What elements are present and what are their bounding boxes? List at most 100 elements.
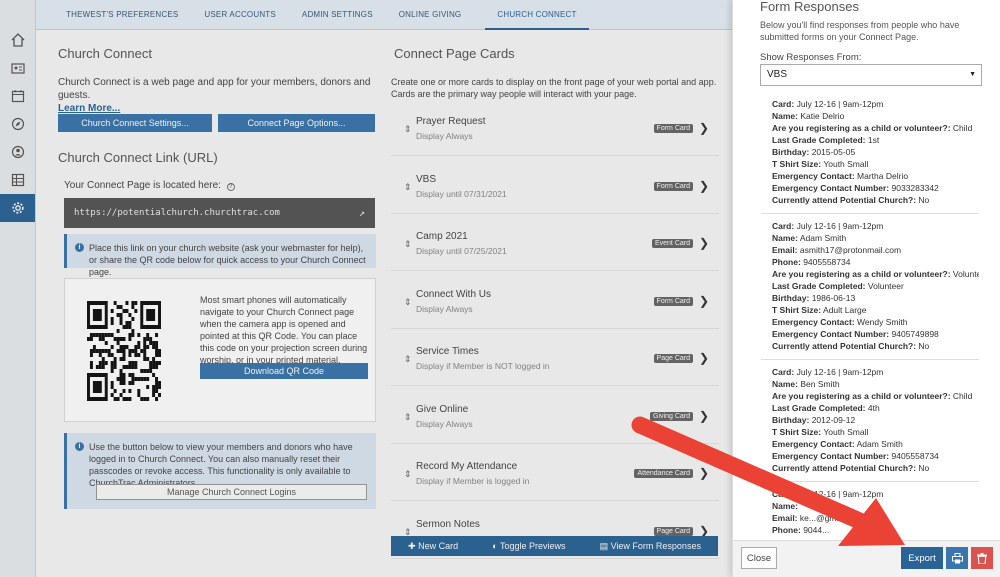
response-entry: Card: July 12-16 | 9am-12pm Name: Email: … [761, 482, 979, 540]
drag-handle-icon[interactable]: ⇕ [404, 354, 412, 365]
field-label: Birthday: [772, 147, 810, 157]
response-field: Last Grade Completed: 4th [772, 402, 968, 414]
card-row[interactable]: ⇕ Record My Attendance Display if Member i… [391, 451, 719, 501]
drag-handle-icon[interactable]: ⇕ [404, 239, 412, 250]
card-row[interactable]: ⇕ VBS Display until 07/31/2021 Form Card ❯ [391, 164, 719, 214]
drag-handle-icon[interactable]: ⇕ [404, 412, 412, 423]
manage-logins-button[interactable]: Manage Church Connect Logins [96, 484, 367, 500]
qr-code-image [87, 301, 161, 401]
export-button[interactable]: Export [901, 547, 943, 569]
field-value: 9044... [803, 525, 830, 535]
response-field: Phone: 9044... [772, 524, 968, 536]
tab-online-giving[interactable]: ONLINE GIVING [397, 0, 464, 30]
link-info-text: Place this link on your church website (… [89, 243, 366, 277]
field-label: Emergency Contact: [772, 317, 855, 327]
main-area: Church Connect Church Connect is a web p… [36, 30, 732, 577]
field-value: 2012-09-12 [811, 415, 856, 425]
connect-page-options-button[interactable]: Connect Page Options... [218, 114, 375, 132]
field-value: Wendy Smith [857, 317, 908, 327]
church-connect-settings-button[interactable]: Church Connect Settings... [58, 114, 212, 132]
card-row[interactable]: ⇕ Give Online Display Always Giving Card ❯ [391, 394, 719, 444]
gear-icon [11, 202, 24, 214]
drag-handle-icon[interactable]: ⇕ [404, 124, 412, 135]
view-responses-label: View Form Responses [610, 540, 701, 551]
response-field: Card: July 12-16 | 9am-12pm [772, 488, 968, 500]
field-value: 4th [867, 403, 880, 413]
tab-church-connect[interactable]: CHURCH CONNECT [485, 0, 589, 30]
rail-item-id-card[interactable] [0, 54, 35, 82]
response-entry: Card: July 12-16 | 9am-12pm Name: Adam Sm… [761, 214, 979, 360]
toggle-previews-button[interactable]: ◐ Toggle Previews [492, 541, 565, 551]
rail-item-home[interactable] [0, 26, 35, 54]
field-label: Last Grade Completed: [772, 281, 866, 291]
chevron-right-icon[interactable]: ❯ [699, 294, 709, 308]
rail-item-contact-book[interactable] [0, 138, 35, 166]
rail-item-grid[interactable] [0, 166, 35, 194]
grid-icon [11, 173, 24, 187]
field-label: Currently attend Potential Church?: [772, 195, 917, 205]
field-label: Birthday: [772, 293, 810, 303]
response-entry: Card: July 12-16 | 9am-12pm Name: Katie D… [761, 92, 979, 214]
connect-url: https://potentialchurch.churchtrac.com [74, 208, 280, 218]
form-responses-panel: Form Responses Below you'll find respons… [732, 0, 1000, 577]
response-field: Name: Ben Smith [772, 378, 968, 390]
chevron-right-icon[interactable]: ❯ [699, 179, 709, 193]
response-field: Card: July 12-16 | 9am-12pm [772, 220, 968, 232]
card-subtitle: Display Always [416, 131, 473, 141]
learn-more-link[interactable]: Learn More... [58, 103, 120, 114]
field-value: July 12-16 | 9am-12pm [796, 99, 884, 109]
field-value: 2015-05-05 [811, 147, 856, 157]
rail-item-compass[interactable] [0, 110, 35, 138]
drag-handle-icon[interactable]: ⇕ [404, 469, 412, 480]
field-label: Email: [772, 513, 798, 523]
rail-item-calendar[interactable] [0, 82, 35, 110]
field-value: Child [952, 123, 973, 133]
chevron-right-icon[interactable]: ❯ [699, 466, 709, 480]
close-button[interactable]: Close [741, 547, 777, 569]
card-row[interactable]: ⇕ Camp 2021 Display until 07/25/2021 Event … [391, 221, 719, 271]
response-field: Name: Katie Delrio [772, 110, 968, 122]
field-label: Phone: [772, 257, 801, 267]
calendar-icon [11, 90, 24, 103]
chevron-right-icon[interactable]: ❯ [699, 236, 709, 250]
drag-handle-icon[interactable]: ⇕ [404, 182, 412, 193]
card-row[interactable]: ⇕ Connect With Us Display Always Form Card ❯ [391, 279, 719, 329]
card-subtitle: Display until 07/25/2021 [416, 246, 507, 256]
field-value: Volunteer [952, 269, 979, 279]
responses-select[interactable]: VBS ▼ [760, 64, 982, 86]
card-type-badge: Form Card [653, 182, 693, 191]
field-label: Card: [772, 99, 795, 109]
field-value: ke...@gmail.com [799, 513, 864, 523]
new-card-button[interactable]: ✚ New Card [408, 541, 458, 552]
field-value: July 12-16 | 9am-12pm [796, 221, 884, 231]
card-row[interactable]: ⇕ Service Times Display if Member is NOT l… [391, 336, 719, 386]
chevron-right-icon[interactable]: ❯ [699, 351, 709, 365]
response-field: Emergency Contact: Martha Delrio [772, 170, 968, 182]
located-label-text: Your Connect Page is located here: [64, 180, 221, 191]
tab-user-accounts[interactable]: USER ACCOUNTS [202, 0, 278, 30]
trash-icon [977, 552, 987, 564]
download-qr-button[interactable]: Download QR Code [200, 363, 368, 379]
field-value: July 12-16 | 9am-12pm [796, 489, 884, 499]
card-row[interactable]: ⇕ Prayer Request Display Always Form Card ❯ [391, 106, 719, 156]
view-form-responses-button[interactable]: ▤ View Form Responses [600, 541, 701, 552]
response-field: Currently attend Potential Church?: No [772, 194, 968, 206]
card-type-badge: Form Card [653, 124, 693, 133]
rail-item-gear[interactable] [0, 194, 35, 222]
tab-thewest-s-preferences[interactable]: THEWEST'S PREFERENCES [64, 0, 180, 30]
print-button[interactable] [946, 547, 968, 569]
help-icon[interactable]: ? [226, 183, 235, 191]
response-field: Email: asmith17@protonmail.com [772, 244, 968, 256]
card-type-badge: Page Card [653, 527, 693, 536]
chevron-right-icon[interactable]: ❯ [699, 409, 709, 423]
delete-button[interactable] [971, 547, 993, 569]
connect-url-box[interactable]: https://potentialchurch.churchtrac.com ↗ [64, 198, 375, 228]
response-list[interactable]: Card: July 12-16 | 9am-12pm Name: Katie D… [761, 92, 979, 540]
field-value: No [918, 463, 930, 473]
drag-handle-icon[interactable]: ⇕ [404, 297, 412, 308]
field-value: Adult Large [823, 305, 867, 315]
external-link-icon[interactable]: ↗ [359, 208, 365, 219]
panel-footer: Close Export [733, 540, 1000, 577]
tab-admin-settings[interactable]: ADMIN SETTINGS [300, 0, 375, 30]
chevron-right-icon[interactable]: ❯ [699, 121, 709, 135]
